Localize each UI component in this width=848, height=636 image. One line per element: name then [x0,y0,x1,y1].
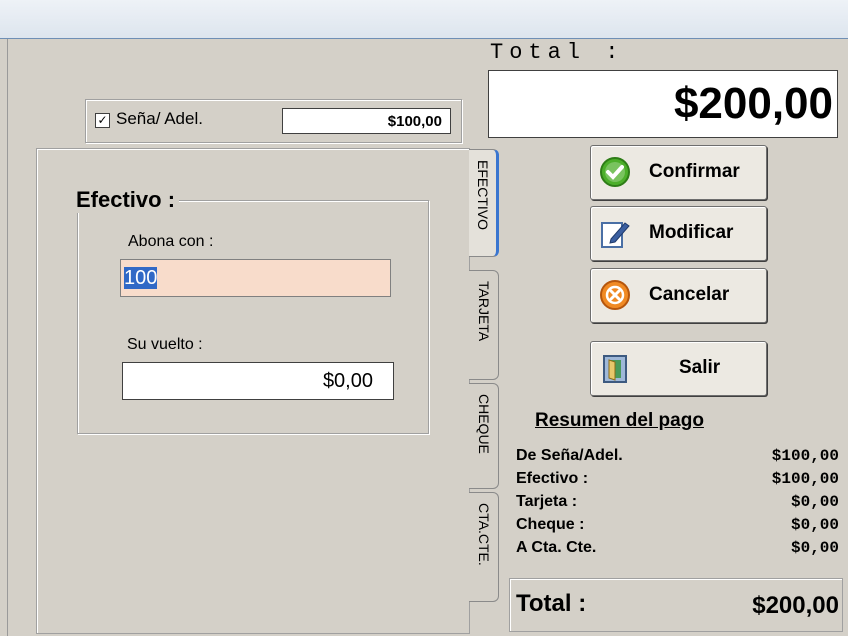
total-caption: Total : [490,40,625,65]
resumen-row-label: Efectivo : [516,470,589,487]
exit-door-icon [603,355,627,383]
modificar-label: Modificar [649,222,734,243]
check-circle-icon [600,157,630,187]
confirmar-label: Confirmar [649,161,740,182]
resumen-total-value: $200,00 [752,592,839,619]
modificar-button[interactable]: Modificar [590,206,767,261]
tab-cheque-label: CHEQUE [475,394,492,454]
tab-efectivo[interactable]: EFECTIVO [469,149,499,257]
edit-pencil-icon [601,222,630,248]
tab-cheque[interactable]: CHEQUE [469,383,499,489]
resumen-row-label: Cheque : [516,516,585,533]
tab-cta-cte[interactable]: CTA.CTE. [469,492,499,602]
sena-checkbox[interactable]: ✓ [95,113,110,128]
confirmar-button[interactable]: Confirmar [590,145,767,200]
efectivo-title: Efectivo : [72,187,180,213]
resumen-row-value: $0,00 [790,539,839,557]
tab-efectivo-label: EFECTIVO [474,160,491,231]
resumen-row-value: $0,00 [790,493,839,511]
resumen-total-label: Total : [516,590,587,617]
salir-label: Salir [679,357,721,378]
abona-label: Abona con : [128,233,214,250]
resumen-row-label: De Seña/Adel. [516,447,623,464]
resumen-row-label: A Cta. Cte. [516,539,597,556]
vuelto-label: Su vuelto : [127,336,203,353]
tab-cta-cte-label: CTA.CTE. [475,503,492,566]
resumen-title: Resumen del pago [535,410,704,431]
resumen-row-value: $100,00 [771,470,839,488]
sena-label: Seña/ Adel. [116,109,203,128]
window-titlebar [0,0,848,39]
cancelar-label: Cancelar [649,284,730,305]
tab-tarjeta-label: TARJETA [475,281,492,342]
salir-button[interactable]: Salir [590,341,767,396]
tab-tarjeta[interactable]: TARJETA [469,270,499,380]
sena-amount-field[interactable]: $100,00 [282,108,451,134]
resumen-row-label: Tarjeta : [516,493,578,510]
total-display: $200,00 [488,70,838,138]
abona-con-input[interactable]: 100 [120,259,391,297]
su-vuelto-field: $0,00 [122,362,394,400]
cancel-circle-icon [600,280,630,310]
abona-value: 100 [124,267,158,289]
resumen-row-value: $0,00 [790,516,839,534]
cancelar-button[interactable]: Cancelar [590,268,767,323]
resumen-row-value: $100,00 [771,447,839,465]
